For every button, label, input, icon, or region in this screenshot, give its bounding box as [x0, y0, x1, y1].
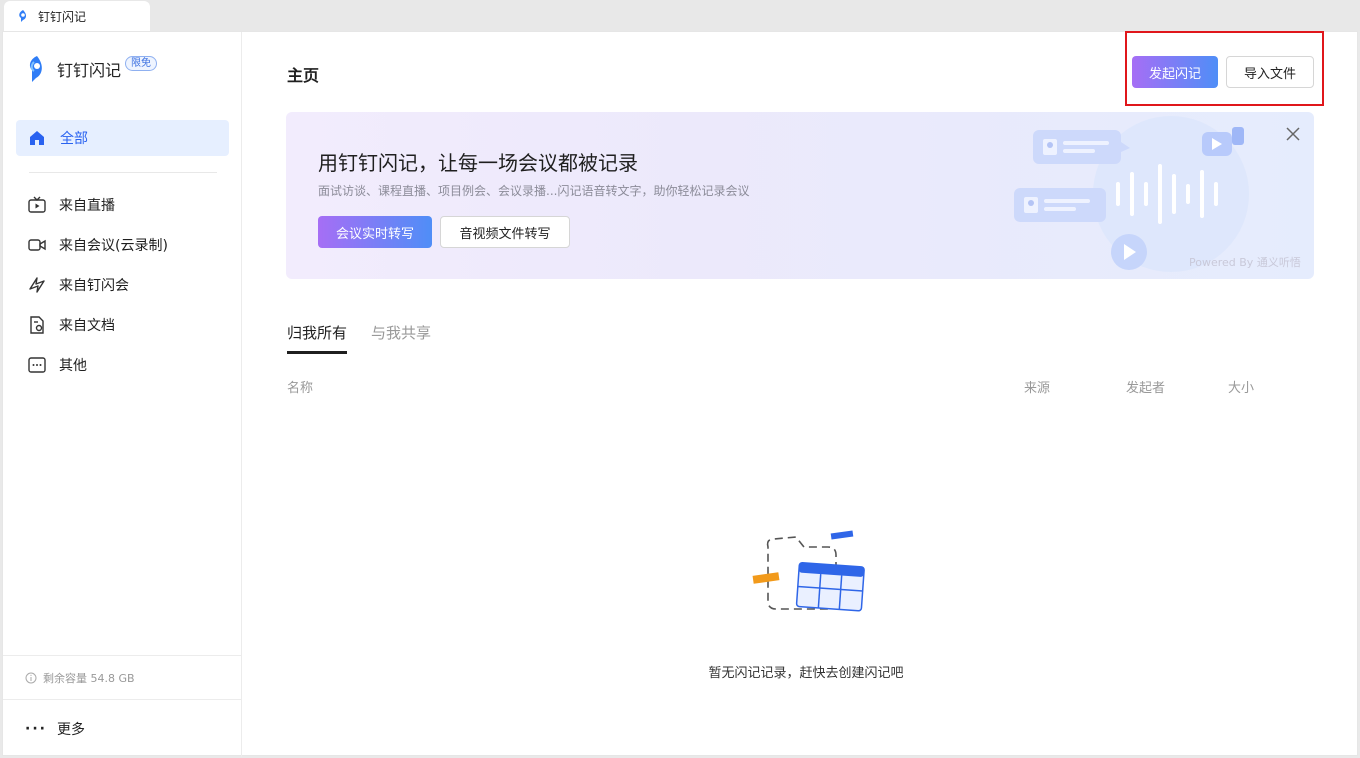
column-header-size: 大小: [1228, 381, 1255, 396]
tab-mine[interactable]: 归我所有: [287, 322, 348, 354]
banner-subtitle: 面试访谈、课程直播、项目例会、会议录播...闪记语音转文字，助你轻松记录会议: [318, 184, 750, 198]
app-logo-icon: [29, 56, 42, 82]
sidebar-item-meeting[interactable]: 来自会议(云录制): [27, 225, 168, 265]
free-badge: 限免: [125, 55, 158, 71]
app-window: 钉钉闪记 限免 全部 来自直播 来自会议(云录制) 来自钉闪会 来自文档 其他 …: [2, 31, 1359, 757]
sidebar-item-label: 全部: [60, 131, 88, 147]
tab-shared-with-me[interactable]: 与我共享: [371, 322, 431, 354]
close-icon[interactable]: [1284, 125, 1302, 143]
sidebar: 钉钉闪记 限免 全部 来自直播 来自会议(云录制) 来自钉闪会 来自文档 其他 …: [3, 32, 242, 757]
more-label: 更多: [56, 721, 85, 738]
sidebar-item-label: 来自文档: [59, 318, 115, 334]
sidebar-item-all[interactable]: 全部: [16, 120, 229, 156]
sidebar-item-live[interactable]: 来自直播: [27, 185, 168, 225]
start-flash-record-button[interactable]: 发起闪记: [1132, 56, 1218, 88]
sidebar-divider: [29, 172, 217, 173]
banner-title: 用钉钉闪记，让每一场会议都被记录: [318, 151, 638, 175]
column-header-initiator: 发起者: [1126, 381, 1166, 396]
sidebar-item-label: 其他: [59, 358, 87, 374]
flash-meeting-icon: [29, 277, 45, 293]
home-icon: [30, 131, 44, 145]
sidebar-item-label: 来自直播: [59, 198, 115, 214]
sidebar-item-label: 来自会议(云录制): [59, 238, 168, 254]
info-icon: [25, 672, 37, 683]
more-box-icon: [28, 357, 46, 373]
brand-name: 钉钉闪记: [57, 61, 122, 80]
sidebar-item-document[interactable]: 来自文档: [27, 305, 168, 345]
realtime-transcribe-button[interactable]: 会议实时转写: [318, 216, 432, 248]
document-icon: [30, 316, 44, 334]
video-camera-icon: [28, 239, 46, 251]
more-button[interactable]: ··· 更多: [3, 699, 242, 757]
sidebar-item-other[interactable]: 其他: [27, 345, 168, 385]
title-bar: 钉钉闪记: [0, 0, 1360, 31]
file-transcribe-button[interactable]: 音视频文件转写: [440, 216, 570, 248]
sidebar-item-flash-meeting[interactable]: 来自钉闪会: [27, 265, 168, 305]
empty-state-text: 暂无闪记记录，赶快去创建闪记吧: [708, 666, 904, 681]
ellipsis-icon: ···: [25, 720, 47, 737]
ownership-tabs: 归我所有 与我共享: [287, 322, 455, 354]
live-tv-icon: [28, 196, 46, 213]
brand: 钉钉闪记 限免: [25, 54, 158, 84]
main-content: 主页 发起闪记 导入文件 用钉钉闪记，让每一场会议都被记录 面试访谈、课程直播、…: [243, 31, 1359, 757]
sidebar-nav: 来自直播 来自会议(云录制) 来自钉闪会 来自文档 其他: [27, 185, 168, 385]
powered-by-text: Powered By 通义听悟: [1189, 256, 1301, 269]
storage-info: 剩余容量 54.8 GB: [3, 655, 242, 699]
storage-text: 剩余容量 54.8 GB: [43, 671, 135, 685]
empty-state-illustration: [752, 530, 865, 612]
column-header-source: 来源: [1024, 381, 1051, 396]
promo-banner: 用钉钉闪记，让每一场会议都被记录 面试访谈、课程直播、项目例会、会议录播...闪…: [286, 112, 1314, 279]
window-tab-title: 钉钉闪记: [38, 9, 87, 24]
sidebar-item-label: 来自钉闪会: [59, 278, 129, 294]
page-title: 主页: [287, 66, 320, 85]
window-tab[interactable]: 钉钉闪记: [4, 1, 150, 31]
import-file-button[interactable]: 导入文件: [1226, 56, 1314, 88]
column-header-name: 名称: [287, 381, 314, 396]
app-logo-icon: [19, 10, 27, 22]
